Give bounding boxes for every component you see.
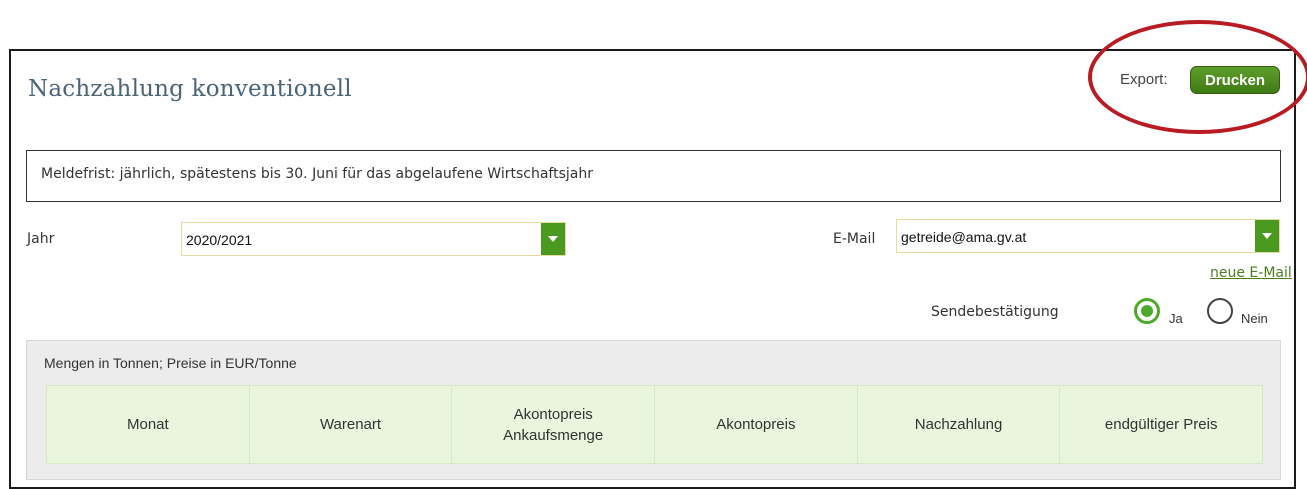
highlight-annotation: [1088, 20, 1307, 134]
year-label: Jahr: [27, 231, 55, 247]
chevron-down-icon[interactable]: [1255, 220, 1279, 252]
email-label: E-Mail: [833, 231, 876, 247]
deadline-notice-text: Meldefrist: jährlich, spätestens bis 30.…: [41, 166, 593, 182]
radio-no-label: Nein: [1241, 311, 1268, 326]
email-select[interactable]: getreide@ama.gv.at: [896, 219, 1280, 253]
page-title: Nachzahlung konventionell: [28, 76, 352, 102]
column-header-advance-price-quantity[interactable]: Akontopreis Ankaufsmenge: [452, 386, 656, 463]
email-select-value: getreide@ama.gv.at: [901, 229, 1027, 245]
table-caption: Mengen in Tonnen; Preise in EUR/Tonne: [44, 355, 297, 371]
radio-yes[interactable]: [1134, 298, 1160, 324]
column-header-additional-payment[interactable]: Nachzahlung: [858, 386, 1061, 463]
radio-yes-label: Ja: [1169, 311, 1183, 326]
column-header-commodity[interactable]: Warenart: [250, 386, 453, 463]
send-confirmation-label: Sendebestätigung: [931, 304, 1059, 320]
table-panel: Mengen in Tonnen; Preise in EUR/Tonne Mo…: [26, 340, 1281, 480]
column-header-advance-price[interactable]: Akontopreis: [655, 386, 858, 463]
column-header-final-price[interactable]: endgültiger Preis: [1060, 386, 1262, 463]
deadline-notice: Meldefrist: jährlich, spätestens bis 30.…: [26, 150, 1281, 202]
table-header: Monat Warenart Akontopreis Ankaufsmenge …: [46, 385, 1263, 464]
chevron-down-icon[interactable]: [541, 223, 565, 255]
year-select-value: 2020/2021: [186, 232, 253, 248]
radio-no[interactable]: [1207, 298, 1233, 324]
year-select[interactable]: 2020/2021: [181, 222, 566, 256]
new-email-link[interactable]: neue E-Mail: [1210, 265, 1292, 281]
column-header-month[interactable]: Monat: [47, 386, 250, 463]
